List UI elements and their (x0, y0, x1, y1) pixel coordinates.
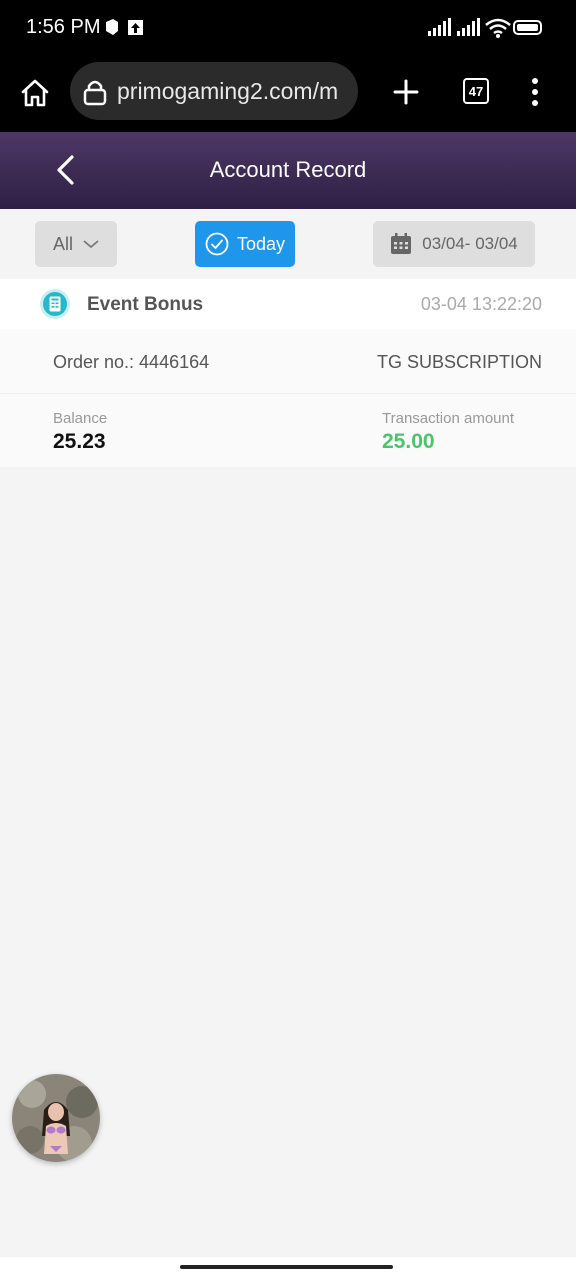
chevron-down-icon (83, 240, 99, 249)
transaction-amount-value: 25.00 (382, 430, 435, 453)
page-title: Account Record (209, 157, 367, 182)
browser-menu-button[interactable] (527, 76, 543, 108)
signal-icon (428, 18, 451, 36)
record-type: TG SUBSCRIPTION (376, 352, 542, 372)
transaction-amount-label: Transaction amount (382, 410, 515, 427)
signal-icon (457, 18, 480, 36)
notification-icons (104, 18, 144, 43)
more-vertical-icon (532, 78, 538, 106)
status-right-icons (428, 17, 544, 44)
floating-avatar-button[interactable] (12, 1074, 100, 1162)
today-label: Today (236, 233, 286, 254)
new-tab-button[interactable] (392, 78, 420, 106)
address-bar[interactable]: primogaming2.com/m (70, 62, 358, 120)
date-range-picker[interactable]: 03/04- 03/04 (373, 221, 535, 267)
record-title: Event Bonus (87, 294, 204, 315)
type-filter-dropdown[interactable]: All (35, 221, 117, 267)
divider (0, 393, 576, 394)
type-filter-label: All (52, 233, 73, 254)
wifi-icon (485, 18, 511, 35)
order-value: 4446164 (139, 352, 210, 372)
home-icon (21, 79, 49, 107)
home-button[interactable] (18, 76, 52, 110)
bonus-record-icon (40, 289, 70, 319)
status-bar: 1:56 PM (0, 0, 576, 56)
home-gesture-handle[interactable] (180, 1265, 393, 1269)
order-label: Order no.: (53, 352, 140, 372)
calendar-icon (391, 233, 412, 254)
order-number: Order no.: 4446164 (53, 352, 209, 373)
status-time: 1:56 PM (26, 16, 101, 38)
check-circle-icon (205, 232, 229, 256)
record-timestamp: 03-04 13:22:20 (420, 294, 542, 314)
avatar-photo (12, 1074, 100, 1162)
lock-icon (83, 80, 107, 106)
app-notification-icon (106, 19, 143, 35)
browser-toolbar: primogaming2.com/m 47 (0, 56, 576, 132)
app-header: Account Record (0, 132, 576, 209)
balance-value: 25.23 (53, 430, 106, 453)
date-range-label: 03/04- 03/04 (422, 234, 518, 253)
battery-icon (513, 20, 542, 35)
filter-bar: All Today 03/04- 03/04 (0, 209, 576, 279)
record-header[interactable]: Event Bonus 03-04 13:22:20 (0, 279, 576, 329)
plus-icon (393, 79, 419, 105)
balance-label: Balance (53, 410, 108, 427)
gesture-navigation-bar (0, 1257, 576, 1280)
record-details: Order no.: 4446164 TG SUBSCRIPTION Balan… (0, 329, 576, 467)
today-filter-button[interactable]: Today (195, 221, 295, 267)
url-text: primogaming2.com/m (117, 78, 339, 104)
tab-switcher-button[interactable]: 47 (463, 78, 489, 104)
